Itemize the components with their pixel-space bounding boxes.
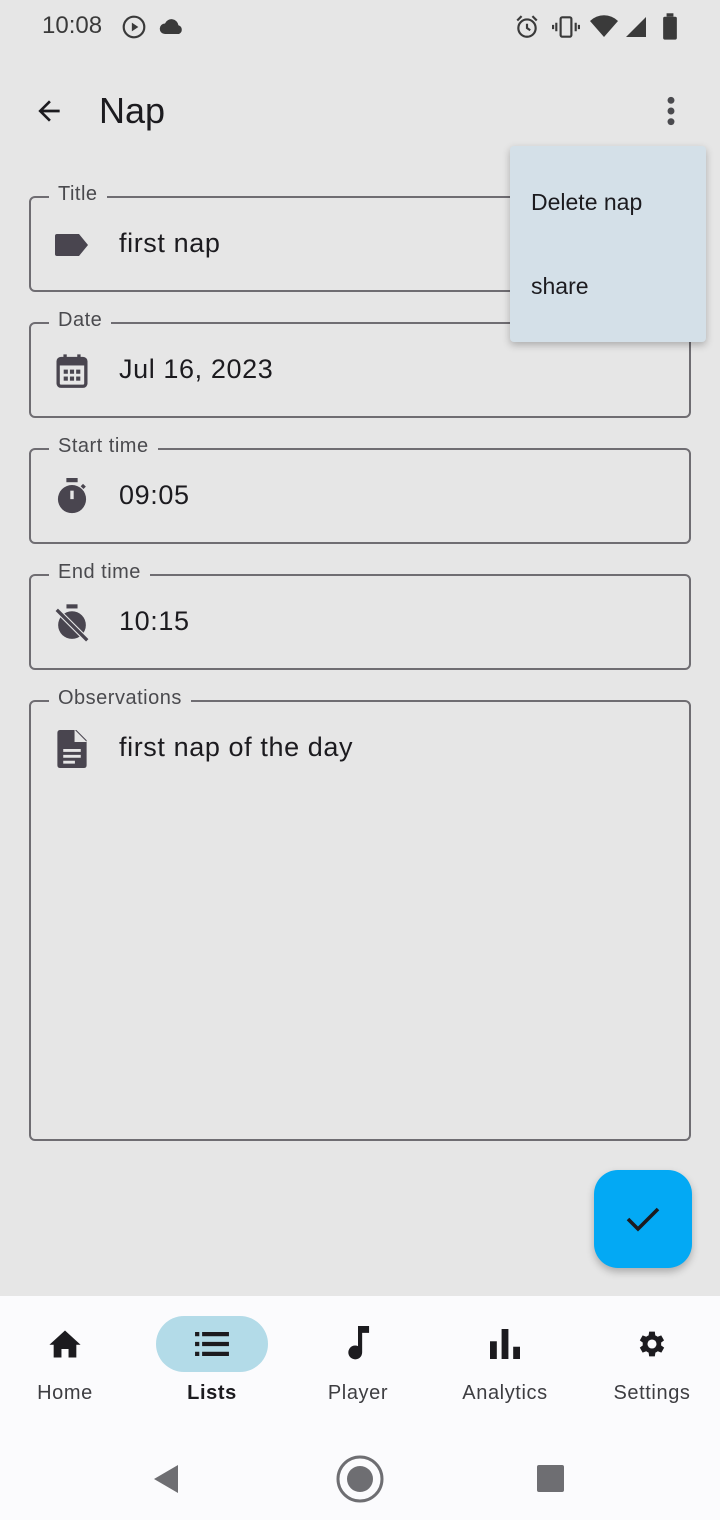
alarm-icon (514, 14, 540, 45)
date-field-value: Jul 16, 2023 (119, 354, 274, 384)
timer-icon (53, 478, 91, 516)
observations-field-value: first nap of the day (119, 732, 354, 762)
nav-icon-container (596, 1316, 708, 1372)
system-recents-button[interactable] (537, 1465, 564, 1497)
nav-item-home[interactable]: Home (0, 1316, 135, 1416)
observations-field[interactable]: Observations first nap of the day (29, 687, 691, 1141)
play-circle-icon (121, 14, 147, 45)
gear-icon (639, 1331, 665, 1357)
system-navigation-bar (0, 1430, 720, 1520)
nav-icon-container (302, 1316, 414, 1372)
bar-chart-icon (490, 1329, 520, 1359)
page-title: Nap (99, 90, 166, 131)
document-icon (53, 730, 91, 768)
nav-icon-container (449, 1316, 561, 1372)
square-recents-icon (537, 1465, 564, 1492)
signal-icon (624, 14, 648, 45)
nav-icon-container-active (156, 1316, 268, 1372)
save-button[interactable] (594, 1170, 692, 1268)
nav-label-settings: Settings (613, 1382, 691, 1404)
menu-item-delete-nap[interactable]: Delete nap (510, 160, 706, 244)
arrow-back-icon (38, 100, 60, 122)
nav-item-player[interactable]: Player (288, 1316, 428, 1416)
end-time-field[interactable]: End time 10:15 (29, 561, 691, 670)
more-options-button[interactable] (650, 86, 692, 136)
nav-icon-container (9, 1316, 121, 1372)
label-icon (53, 226, 91, 264)
system-back-button[interactable] (152, 1464, 180, 1499)
title-field-value: first nap (119, 228, 221, 258)
triangle-back-icon (154, 1465, 178, 1493)
more-vert-icon (667, 96, 675, 126)
start-time-field[interactable]: Start time 09:05 (29, 435, 691, 544)
calendar-icon (53, 352, 91, 390)
nav-item-lists[interactable]: Lists (142, 1316, 282, 1416)
nav-label-lists: Lists (187, 1382, 237, 1404)
title-field-label: Title (49, 183, 107, 206)
back-button[interactable] (22, 86, 76, 136)
menu-item-share[interactable]: share (510, 244, 706, 328)
start-time-field-value: 09:05 (119, 480, 190, 510)
home-icon (49, 1330, 81, 1358)
observations-field-label: Observations (49, 687, 191, 710)
nav-label-home: Home (37, 1382, 93, 1404)
nav-label-player: Player (327, 1382, 389, 1404)
battery-icon (662, 13, 678, 46)
nav-item-analytics[interactable]: Analytics (435, 1316, 575, 1416)
status-time: 10:08 (42, 12, 103, 39)
wifi-icon (589, 14, 619, 45)
music-note-icon (348, 1326, 370, 1360)
system-home-button[interactable] (335, 1454, 385, 1509)
start-time-field-label: Start time (49, 435, 158, 458)
bottom-navigation: Home Lists Player Analytics Settings (0, 1296, 720, 1430)
check-icon (626, 1207, 660, 1232)
timer-off-icon (53, 604, 91, 642)
status-bar: 10:08 (0, 0, 720, 56)
cloud-icon (158, 15, 186, 44)
end-time-field-value: 10:15 (119, 606, 190, 636)
nav-label-analytics: Analytics (462, 1382, 548, 1404)
end-time-field-label: End time (49, 561, 150, 584)
circle-home-icon (336, 1455, 384, 1503)
overflow-menu: Delete nap share (510, 146, 706, 342)
date-field-label: Date (49, 309, 112, 332)
nav-item-settings[interactable]: Settings (582, 1316, 720, 1416)
vibrate-icon (552, 14, 580, 45)
list-icon (195, 1332, 229, 1356)
